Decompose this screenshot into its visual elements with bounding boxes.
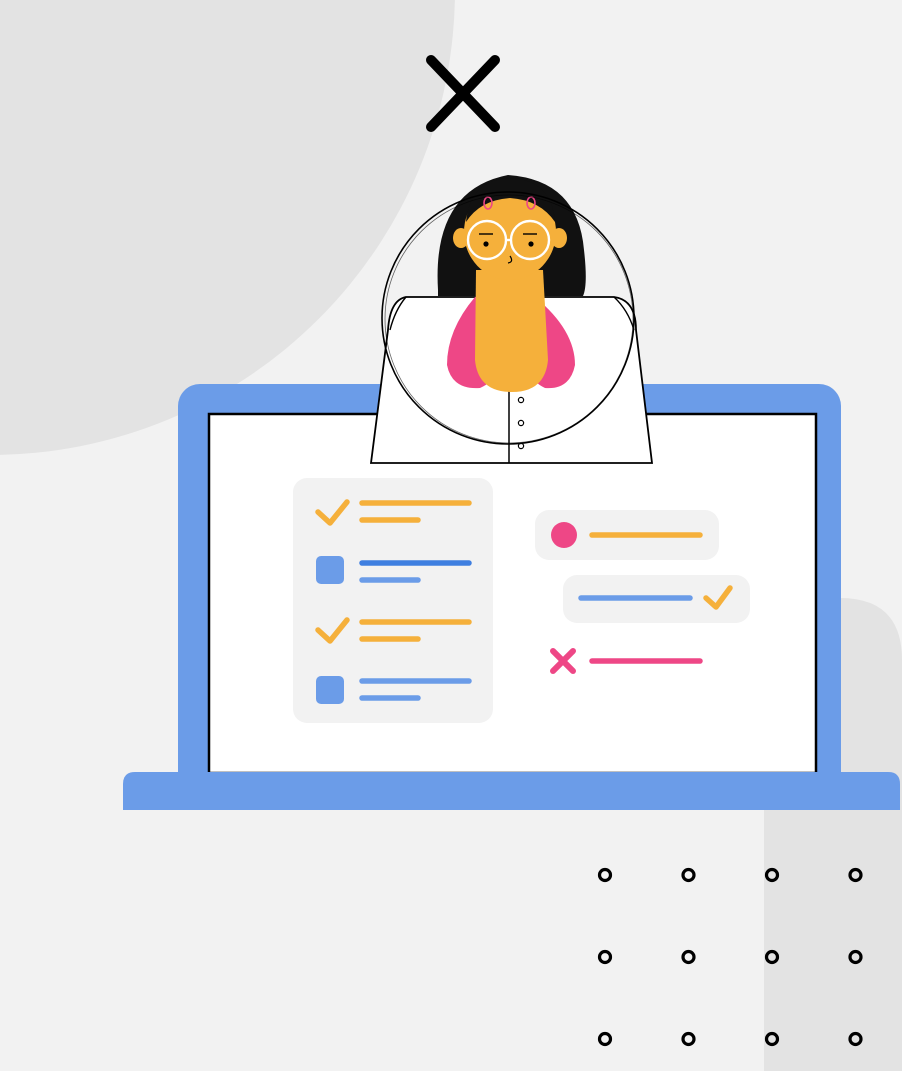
ear-right — [551, 228, 567, 248]
illustration-canvas — [0, 0, 902, 1071]
eye-left — [483, 241, 489, 247]
checklist-card — [293, 478, 493, 723]
neck — [475, 270, 548, 392]
status-item-done — [563, 575, 750, 623]
checkbox-icon — [316, 556, 344, 584]
status-dot-icon — [551, 522, 577, 548]
status-item-pending — [535, 510, 719, 560]
eye-right — [528, 241, 534, 247]
illustration-svg — [0, 0, 902, 1071]
ear-left — [453, 228, 469, 248]
laptop-base — [123, 772, 900, 810]
checkbox-icon — [316, 676, 344, 704]
